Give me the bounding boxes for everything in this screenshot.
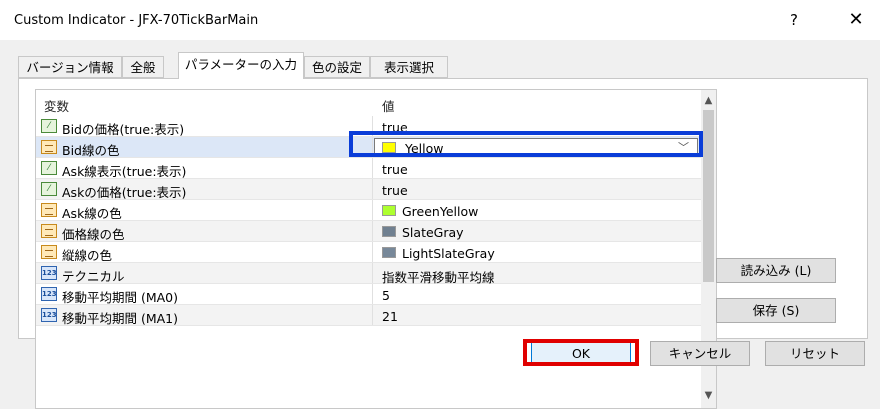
column-divider — [372, 242, 373, 262]
parameter-name: 移動平均期間 (MA0) — [62, 290, 179, 305]
column-header-variable: 変数 — [44, 99, 70, 114]
column-divider — [372, 263, 373, 283]
color-icon — [41, 140, 57, 154]
scroll-thumb[interactable] — [703, 110, 714, 282]
column-divider — [372, 221, 373, 241]
tab-display-select[interactable]: 表示選択 — [370, 56, 448, 78]
table-row[interactable]: ⁄ Bidの価格(true:表示) true — [36, 116, 701, 137]
cancel-button[interactable]: キャンセル — [650, 341, 750, 366]
tab-version-info[interactable]: バージョン情報 — [18, 56, 122, 78]
scroll-up-icon[interactable]: ▲ — [701, 90, 716, 110]
table-row[interactable]: 123 移動平均期間 (MA1) 21 — [36, 305, 701, 326]
parameter-name: Ask線表示(true:表示) — [62, 164, 187, 179]
parameter-value[interactable]: GreenYellow — [402, 204, 478, 219]
column-divider — [372, 284, 373, 304]
parameter-value[interactable]: true — [382, 162, 408, 177]
window-title: Custom Indicator - JFX-70TickBarMain — [14, 13, 259, 28]
table-row[interactable]: 価格線の色 SlateGray — [36, 221, 701, 242]
chevron-down-icon[interactable]: ﹀ — [678, 139, 689, 155]
color-swatch — [382, 247, 396, 258]
color-swatch — [382, 142, 396, 153]
table-row[interactable]: 縦線の色 LightSlateGray — [36, 242, 701, 263]
parameter-value[interactable]: true — [382, 183, 408, 198]
bool-icon: ⁄ — [41, 161, 57, 175]
column-divider — [372, 179, 373, 199]
color-icon — [41, 224, 57, 238]
column-divider — [372, 305, 373, 325]
color-swatch — [382, 205, 396, 216]
help-button[interactable]: ? — [783, 9, 805, 31]
table-row[interactable]: Ask線の色 GreenYellow — [36, 200, 701, 221]
column-header-value: 値 — [382, 99, 395, 114]
table-row[interactable]: ⁄ Askの価格(true:表示) true — [36, 179, 701, 200]
table-row[interactable]: ⁄ Ask線表示(true:表示) true — [36, 158, 701, 179]
ok-button[interactable]: OK — [531, 341, 631, 366]
save-button[interactable]: 保存 (S) — [716, 298, 836, 323]
bool-icon: ⁄ — [41, 182, 57, 196]
color-icon — [41, 203, 57, 217]
parameter-name: 縦線の色 — [62, 248, 113, 263]
title-bar: Custom Indicator - JFX-70TickBarMain ? ✕ — [0, 0, 880, 40]
parameter-name: Ask線の色 — [62, 206, 122, 221]
scroll-down-icon[interactable]: ▼ — [701, 386, 716, 406]
parameter-value[interactable]: 5 — [382, 288, 390, 303]
reset-button[interactable]: リセット — [765, 341, 865, 366]
tab-colors[interactable]: 色の設定 — [304, 56, 370, 78]
close-button[interactable]: ✕ — [845, 9, 867, 31]
bool-icon: ⁄ — [41, 119, 57, 133]
parameter-value: Yellow — [405, 141, 444, 156]
color-dropdown[interactable]: Yellow ﹀ — [374, 138, 698, 157]
parameter-name: 価格線の色 — [62, 227, 125, 242]
color-icon — [41, 245, 57, 259]
tab-parameters[interactable]: パラメーターの入力 — [178, 52, 304, 79]
table-row[interactable]: 123 テクニカル 指数平滑移動平均線 — [36, 263, 701, 285]
parameter-name: Askの価格(true:表示) — [62, 185, 187, 200]
color-swatch — [382, 226, 396, 237]
num-icon: 123 — [41, 308, 57, 322]
parameter-value[interactable]: 21 — [382, 309, 398, 324]
parameter-value[interactable]: SlateGray — [402, 225, 464, 240]
column-divider — [372, 200, 373, 220]
column-divider — [372, 116, 373, 136]
parameter-name: テクニカル — [62, 269, 125, 284]
load-button[interactable]: 読み込み (L) — [716, 258, 836, 283]
num-icon: 123 — [41, 266, 57, 280]
parameter-value[interactable]: true — [382, 120, 408, 135]
table-row[interactable]: Bid線の色 Yellow ﹀ — [36, 137, 701, 158]
parameter-name: Bidの価格(true:表示) — [62, 122, 185, 137]
parameter-value[interactable]: LightSlateGray — [402, 246, 495, 261]
parameter-name: Bid線の色 — [62, 143, 120, 158]
column-divider — [372, 137, 373, 157]
column-divider — [372, 158, 373, 178]
parameter-name: 移動平均期間 (MA1) — [62, 311, 179, 326]
grid-header: 変数 値 — [36, 90, 701, 116]
table-row[interactable]: 123 移動平均期間 (MA0) 5 — [36, 284, 701, 305]
num-icon: 123 — [41, 287, 57, 301]
tab-general[interactable]: 全般 — [122, 56, 164, 78]
